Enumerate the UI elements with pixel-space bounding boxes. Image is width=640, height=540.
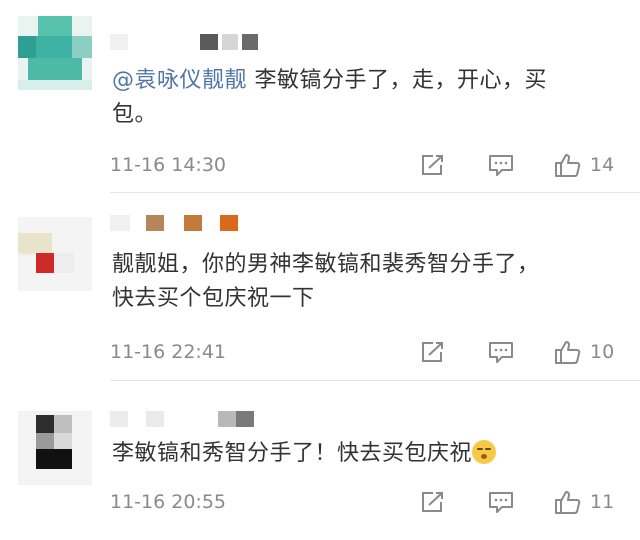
reply-button[interactable] (488, 151, 514, 179)
username[interactable] (110, 34, 310, 56)
smirk-emoji (472, 440, 497, 464)
share-button[interactable] (420, 338, 446, 366)
username[interactable] (110, 411, 310, 433)
avatar[interactable] (18, 411, 92, 485)
avatar[interactable] (18, 217, 92, 291)
like-count: 14 (590, 154, 615, 176)
comment-text: 李敏镐和秀智分手了！快去买包庆祝 (112, 437, 622, 471)
comment-icon (489, 342, 513, 363)
like-button[interactable]: 14 (554, 151, 614, 179)
comment-text: 靓靓姐，你的男神李敏镐和裴秀智分手了， 快去买个包庆祝一下 (112, 252, 540, 311)
like-button[interactable]: 10 (554, 338, 614, 366)
share-button[interactable] (420, 151, 446, 179)
comment-meta: 11-16 20:55 11 (110, 488, 626, 516)
comment-icon (489, 492, 513, 513)
comment-meta: 11-16 14:30 14 (110, 151, 626, 179)
like-count: 10 (590, 341, 615, 363)
reply-button[interactable] (488, 488, 514, 516)
comment-item: @袁咏仪靓靓 李敏镐分手了，走，开心，买 包。 11-16 14:30 14 (0, 0, 640, 192)
comment-item: 李敏镐和秀智分手了！快去买包庆祝 11-16 20:55 11 (0, 381, 640, 540)
thumbs-up-icon (555, 491, 581, 514)
timestamp: 11-16 22:41 (110, 341, 227, 363)
like-count: 11 (590, 491, 615, 513)
username[interactable] (110, 215, 310, 237)
mention-link[interactable]: @袁咏仪靓靓 (112, 68, 247, 93)
timestamp: 11-16 20:55 (110, 491, 227, 513)
avatar[interactable] (18, 16, 92, 90)
comment-item: 靓靓姐，你的男神李敏镐和裴秀智分手了， 快去买个包庆祝一下 11-16 22:4… (0, 193, 640, 380)
timestamp: 11-16 14:30 (110, 154, 227, 176)
share-icon (422, 492, 443, 512)
share-icon (422, 342, 443, 362)
thumbs-up-icon (555, 154, 581, 177)
comment-meta: 11-16 22:41 10 (110, 338, 626, 366)
thumbs-up-icon (555, 341, 581, 364)
reply-button[interactable] (488, 338, 514, 366)
share-icon (422, 155, 443, 175)
share-button[interactable] (420, 488, 446, 516)
like-button[interactable]: 11 (554, 488, 614, 516)
comment-icon (489, 155, 513, 176)
comment-text: @袁咏仪靓靓 李敏镐分手了，走，开心，买 包。 (112, 68, 548, 127)
